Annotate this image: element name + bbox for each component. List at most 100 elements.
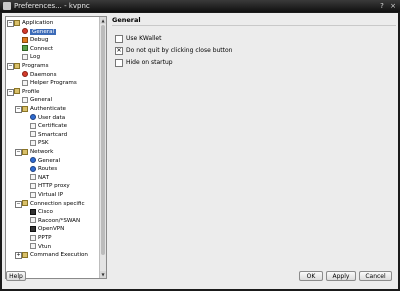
page-icon <box>30 131 36 138</box>
tree-item-network[interactable]: − Network <box>15 148 54 156</box>
page-icon <box>30 165 36 172</box>
tree-item-general[interactable]: General <box>22 28 57 36</box>
tree-item-helper[interactable]: Helper Programs <box>22 79 77 87</box>
page-icon <box>22 79 28 86</box>
page-icon <box>22 53 28 60</box>
preferences-window: Preferences... - kvpnc ? × ▲ ▼ − Applicat… <box>0 0 400 291</box>
tree-item-label: Application <box>22 20 54 26</box>
navigation-tree[interactable]: ▲ ▼ − Application General Debug Connect Log − P… <box>5 16 107 279</box>
hide-startup-label: Hide on startup <box>126 59 173 66</box>
tree-item-label: Profile <box>22 88 40 95</box>
tree-item-label: Connect <box>30 45 54 52</box>
tree-item-profile-general[interactable]: General <box>22 96 52 104</box>
scroll-down-icon[interactable]: ▼ <box>100 271 106 278</box>
tree-item-nat[interactable]: NAT <box>30 174 49 182</box>
tree-item-label: General <box>38 157 61 164</box>
tree-item-programs[interactable]: − Programs <box>7 62 49 70</box>
collapse-icon[interactable]: − <box>7 63 14 70</box>
tree-item-connspecific[interactable]: − Connection specific <box>15 200 85 208</box>
page-icon <box>30 191 36 198</box>
page-icon <box>30 243 36 250</box>
tree-item-smartcard[interactable]: Smartcard <box>30 131 67 139</box>
collapse-icon[interactable]: − <box>15 200 22 208</box>
tree-item-label: User data <box>38 114 66 121</box>
folder-icon <box>22 200 28 207</box>
page-icon <box>30 174 36 181</box>
apply-button[interactable]: Apply <box>326 271 356 281</box>
panel-title: General <box>112 16 396 26</box>
page-icon <box>30 122 36 129</box>
hide-startup-option[interactable]: Hide on startup <box>115 58 173 67</box>
tree-item-racoon[interactable]: Racoon/*SWAN <box>30 217 80 225</box>
tree-item-label: Network <box>30 149 54 155</box>
ok-button[interactable]: OK <box>299 271 323 281</box>
page-icon <box>22 96 28 103</box>
tree-item-label: OpenVPN <box>38 226 65 233</box>
tree-item-label: Vtun <box>38 243 52 250</box>
tree-item-pptp[interactable]: PPTP <box>30 234 52 242</box>
page-icon <box>22 71 28 78</box>
use-kwallet-option[interactable]: Use KWallet <box>115 34 161 43</box>
tree-item-label: Cisco <box>38 209 53 216</box>
tree-item-label: Connection specific <box>30 200 85 207</box>
folder-icon <box>14 62 20 69</box>
tree-item-virtualip[interactable]: Virtual IP <box>30 191 63 199</box>
collapse-icon[interactable]: − <box>15 106 22 113</box>
page-icon <box>30 234 36 241</box>
page-icon <box>30 157 36 164</box>
tree-item-userdata[interactable]: User data <box>30 114 65 122</box>
help-title-icon[interactable]: ? <box>378 2 386 10</box>
tree-item-net-general[interactable]: General <box>30 157 60 165</box>
tree-item-label: Debug <box>30 37 49 44</box>
use-kwallet-checkbox[interactable] <box>115 34 123 43</box>
tree-item-profile[interactable]: − Profile <box>7 88 40 96</box>
tree-item-label: Racoon/*SWAN <box>38 217 81 224</box>
page-icon <box>30 114 36 121</box>
tree-item-httpproxy[interactable]: HTTP proxy <box>30 182 70 190</box>
tree-item-label: Helper Programs <box>30 80 77 87</box>
tree-item-label: General <box>30 97 53 104</box>
tree-item-daemons[interactable]: Daemons <box>22 71 57 79</box>
tree-item-label: NAT <box>38 174 49 181</box>
tree-item-routes[interactable]: Routes <box>30 165 57 173</box>
collapse-icon[interactable]: − <box>15 149 22 156</box>
help-button[interactable]: Help <box>6 271 26 281</box>
collapse-icon[interactable]: − <box>7 88 14 96</box>
no-quit-checkbox[interactable]: ✕ <box>115 46 123 55</box>
no-quit-option[interactable]: ✕ Do not quit by clicking close button <box>115 46 232 55</box>
tree-item-authenticate[interactable]: − Authenticate <box>15 105 66 113</box>
window-title: Preferences... - kvpnc <box>14 2 90 10</box>
cancel-button[interactable]: Cancel <box>359 271 392 281</box>
tree-item-log[interactable]: Log <box>22 53 40 61</box>
folder-icon <box>22 148 28 155</box>
tree-item-label: General <box>30 28 57 35</box>
tree-item-connect[interactable]: Connect <box>22 45 53 53</box>
page-icon <box>30 225 36 232</box>
tree-item-vtun[interactable]: Vtun <box>30 243 51 251</box>
scroll-thumb[interactable] <box>101 25 105 255</box>
tree-item-label: Routes <box>38 166 58 173</box>
expand-icon[interactable]: + <box>15 252 22 260</box>
tree-item-label: Certificate <box>38 123 68 130</box>
close-icon[interactable]: × <box>389 2 397 10</box>
page-icon <box>30 139 36 146</box>
folder-icon <box>14 19 20 26</box>
hide-startup-checkbox[interactable] <box>115 58 123 67</box>
tree-item-cmdexec[interactable]: + Command Execution <box>15 251 88 260</box>
collapse-icon[interactable]: − <box>7 20 14 27</box>
folder-icon <box>14 88 20 95</box>
tree-item-openvpn[interactable]: OpenVPN <box>30 225 64 233</box>
tree-scrollbar[interactable]: ▲ ▼ <box>99 17 106 278</box>
title-bar[interactable]: Preferences... - kvpnc ? × <box>0 0 400 12</box>
scroll-up-icon[interactable]: ▲ <box>100 17 106 24</box>
tree-item-application[interactable]: − Application <box>7 19 54 27</box>
tree-item-psk[interactable]: PSK <box>30 139 49 147</box>
tree-item-label: PPTP <box>38 235 52 241</box>
tree-item-label: Log <box>30 54 40 61</box>
page-icon <box>30 182 36 189</box>
tree-item-label: Programs <box>22 63 49 69</box>
tree-item-label: Virtual IP <box>38 192 64 198</box>
tree-item-certificate[interactable]: Certificate <box>30 122 67 130</box>
tree-item-debug[interactable]: Debug <box>22 36 48 44</box>
tree-item-cisco[interactable]: Cisco <box>30 208 53 216</box>
